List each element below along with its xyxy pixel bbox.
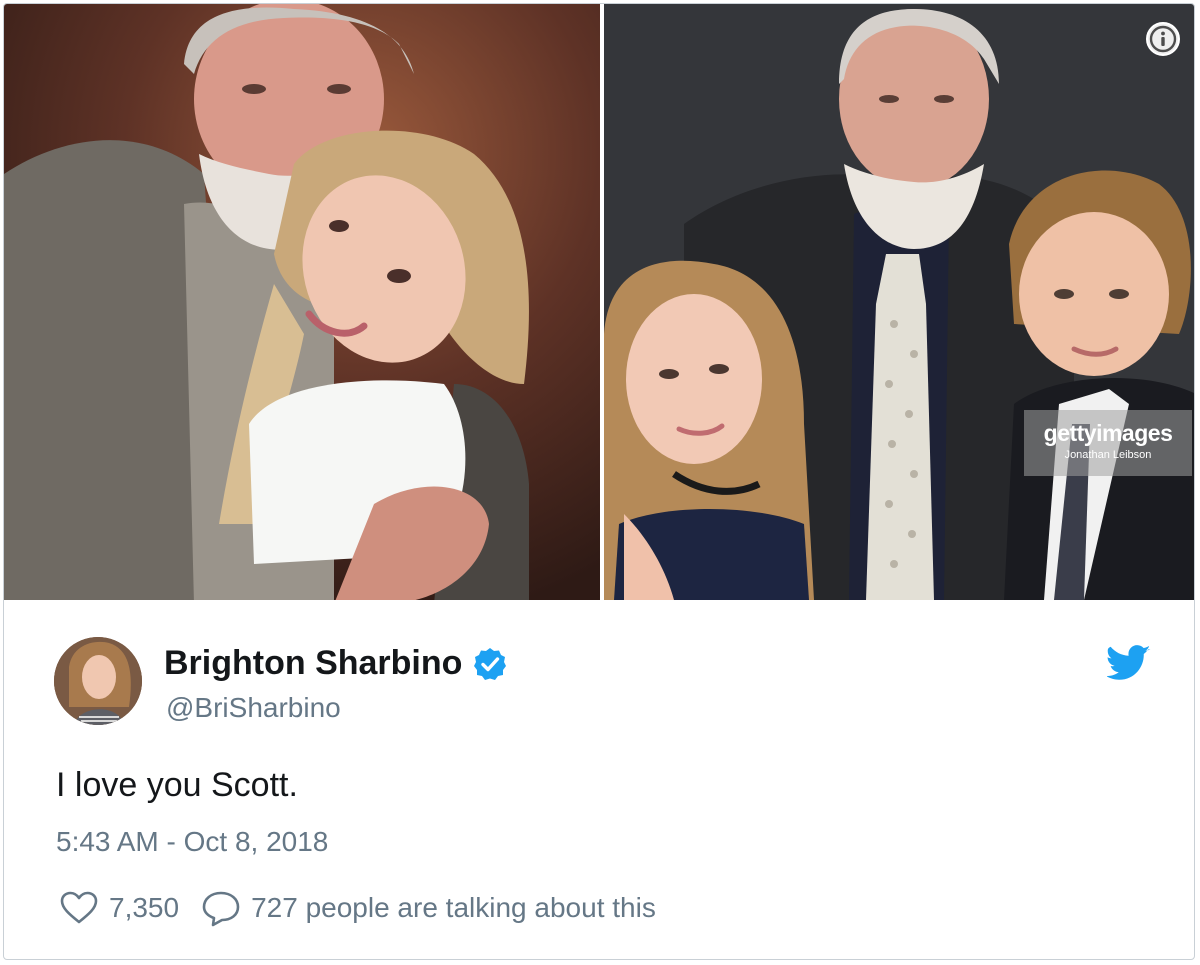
- twitter-bird-icon[interactable]: [1107, 645, 1151, 681]
- tweet-actions: 7,350 727 people are talking about this: [59, 889, 656, 927]
- embedded-tweet-card[interactable]: gettyimages Jonathan Leibson Brighton Sh…: [3, 3, 1195, 960]
- getty-watermark: gettyimages Jonathan Leibson: [1024, 410, 1192, 476]
- tweet-media: gettyimages Jonathan Leibson: [4, 4, 1194, 600]
- like-count: 7,350: [109, 892, 180, 923]
- photo-left[interactable]: [4, 4, 600, 600]
- author-name-row[interactable]: Brighton Sharbino: [164, 644, 508, 683]
- speech-bubble-icon: [202, 891, 240, 927]
- photo-right[interactable]: gettyimages Jonathan Leibson: [604, 4, 1194, 600]
- verified-badge-icon: [474, 647, 507, 680]
- conversation-link[interactable]: 727 people are talking about this: [179, 889, 656, 927]
- like-button[interactable]: 7,350: [59, 890, 179, 926]
- author-name[interactable]: Brighton Sharbino: [164, 644, 462, 683]
- info-icon[interactable]: [1146, 22, 1180, 56]
- avatar[interactable]: [54, 637, 142, 725]
- getty-watermark-brand: gettyimages: [1043, 420, 1173, 446]
- getty-watermark-credit: Jonathan Leibson: [1064, 449, 1152, 461]
- author-handle[interactable]: @BriSharbino: [166, 692, 341, 724]
- tweet-text: I love you Scott.: [56, 766, 298, 804]
- tweet-timestamp[interactable]: 5:43 AM - Oct 8, 2018: [56, 826, 328, 858]
- conversation-text: 727 people are talking about this: [251, 892, 656, 923]
- heart-icon: [60, 891, 98, 924]
